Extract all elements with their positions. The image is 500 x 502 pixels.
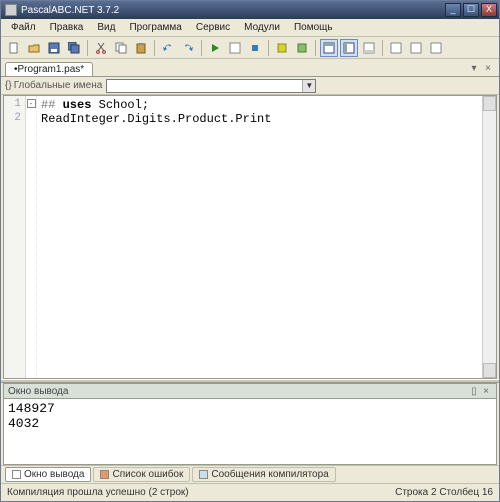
tb-save[interactable] — [45, 39, 63, 57]
maximize-button[interactable]: ☐ — [463, 3, 479, 17]
tb-saveall[interactable] — [65, 39, 83, 57]
editor-vscrollbar[interactable] — [482, 96, 496, 378]
tb-layout-3[interactable] — [360, 39, 378, 57]
menubar: Файл Правка Вид Программа Сервис Модули … — [1, 19, 499, 37]
tb-build[interactable] — [293, 39, 311, 57]
window-title: PascalABC.NET 3.7.2 — [21, 5, 445, 16]
menu-help[interactable]: Помощь — [288, 21, 339, 34]
status-compile: Компиляция прошла успешно (2 строк) — [7, 487, 189, 498]
tb-run[interactable] — [206, 39, 224, 57]
minimize-button[interactable]: _ — [445, 3, 461, 17]
tb-compile[interactable] — [273, 39, 291, 57]
output-panel-header: Окно вывода ▯ × — [3, 383, 497, 399]
code-editor[interactable]: 1 2 - ## uses School; ReadInteger.Digits… — [3, 95, 497, 379]
code-text: ## — [41, 98, 63, 112]
line-number: 2 — [4, 112, 21, 126]
tb-new[interactable] — [5, 39, 23, 57]
file-tab-program1[interactable]: •Program1.pas* — [5, 62, 93, 76]
window-buttons: _ ☐ X — [445, 3, 497, 17]
pin-icon[interactable]: ▯ — [468, 386, 480, 397]
tab-output[interactable]: Окно вывода — [5, 467, 91, 482]
bottom-tab-strip: Окно вывода Список ошибок Сообщения комп… — [1, 465, 499, 483]
code-area[interactable]: ## uses School; ReadInteger.Digits.Produ… — [37, 96, 482, 378]
tb-tool-a[interactable] — [387, 39, 405, 57]
chevron-down-icon[interactable]: ▼ — [302, 80, 315, 92]
tab-label: Окно вывода — [24, 469, 84, 480]
file-tab-strip: •Program1.pas* ▾ × — [1, 59, 499, 77]
tb-undo[interactable] — [159, 39, 177, 57]
line-number: 1 — [4, 98, 21, 112]
tb-stop[interactable] — [226, 39, 244, 57]
tb-copy[interactable] — [112, 39, 130, 57]
tb-layout-2[interactable] — [340, 39, 358, 57]
tb-cut[interactable] — [92, 39, 110, 57]
tb-sep-2 — [154, 40, 155, 56]
tb-tool-c[interactable] — [427, 39, 445, 57]
code-text: School; — [91, 98, 149, 112]
tb-tool-b[interactable] — [407, 39, 425, 57]
menu-file[interactable]: Файл — [5, 21, 42, 34]
statusbar: Компиляция прошла успешно (2 строк) Стро… — [1, 483, 499, 501]
menu-modules[interactable]: Модули — [238, 21, 286, 34]
fold-toggle-icon[interactable]: - — [27, 99, 36, 108]
scope-label: {} Глобальные имена — [5, 80, 102, 91]
scope-combo[interactable]: ▼ — [106, 79, 316, 93]
tb-open[interactable] — [25, 39, 43, 57]
square-icon — [100, 470, 109, 479]
fold-column: - — [26, 96, 37, 378]
tb-layout-1[interactable] — [320, 39, 338, 57]
tb-redo[interactable] — [179, 39, 197, 57]
tb-sep-5 — [315, 40, 316, 56]
tab-label: Сообщения компилятора — [211, 469, 328, 480]
menu-edit[interactable]: Правка — [44, 21, 90, 34]
menu-view[interactable]: Вид — [91, 21, 121, 34]
code-text: ReadInteger.Digits.Product.Print — [41, 112, 271, 126]
scope-bar: {} Глобальные имена ▼ — [1, 77, 499, 95]
tab-compiler-messages[interactable]: Сообщения компилятора — [192, 467, 335, 482]
tb-sep-1 — [87, 40, 88, 56]
output-panel-title: Окно вывода — [8, 386, 68, 397]
status-cursor: Строка 2 Столбец 16 — [395, 487, 493, 498]
tb-paste[interactable] — [132, 39, 150, 57]
tab-dropdown-icon[interactable]: ▾ — [467, 62, 481, 76]
scope-label-text: Глобальные имена — [14, 80, 103, 91]
close-button[interactable]: X — [481, 3, 497, 17]
tb-sep-3 — [201, 40, 202, 56]
tb-sep-4 — [268, 40, 269, 56]
app-icon — [5, 4, 17, 16]
braces-icon: {} — [5, 80, 12, 91]
tab-close-icon[interactable]: × — [481, 62, 495, 76]
tab-label: Список ошибок — [112, 469, 183, 480]
code-keyword: uses — [63, 98, 92, 112]
tb-step[interactable] — [246, 39, 264, 57]
output-panel[interactable]: 148927 4032 — [3, 399, 497, 465]
line-gutter: 1 2 — [4, 96, 26, 378]
menu-program[interactable]: Программа — [123, 21, 187, 34]
square-icon — [12, 470, 21, 479]
tb-sep-6 — [382, 40, 383, 56]
menu-service[interactable]: Сервис — [190, 21, 236, 34]
toolbar — [1, 37, 499, 59]
tab-errors[interactable]: Список ошибок — [93, 467, 190, 482]
titlebar: PascalABC.NET 3.7.2 _ ☐ X — [1, 1, 499, 19]
panel-close-icon[interactable]: × — [480, 386, 492, 397]
square-icon — [199, 470, 208, 479]
